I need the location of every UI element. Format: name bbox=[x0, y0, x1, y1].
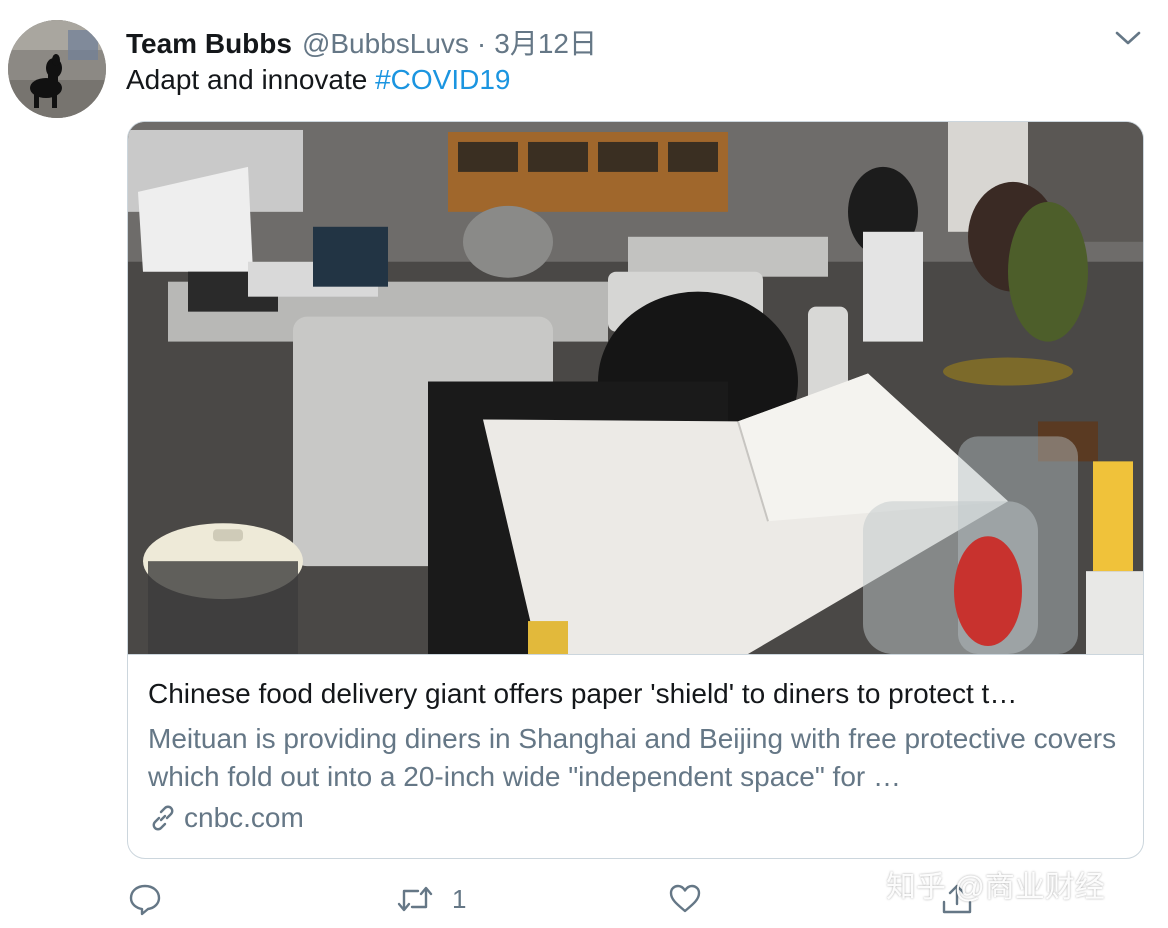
watermark-text: 知乎 @商业财经 bbox=[886, 871, 1105, 904]
tweet-menu-button[interactable] bbox=[1112, 24, 1144, 52]
tweet-text: Adapt and innovate #COVID19 bbox=[126, 64, 511, 96]
card-title: Chinese food delivery giant offers paper… bbox=[148, 678, 1018, 709]
link-icon bbox=[152, 805, 174, 831]
retweet-count: 1 bbox=[452, 883, 467, 914]
like-button[interactable] bbox=[668, 880, 702, 918]
card-image[interactable] bbox=[128, 122, 1143, 655]
chevron-down-icon bbox=[1115, 31, 1141, 45]
tweet-text-body: Adapt and innovate bbox=[126, 64, 376, 95]
tweet-header: Team Bubbs @BubbsLuvs · 3月12日 bbox=[126, 22, 597, 60]
reply-icon bbox=[129, 884, 161, 916]
card-domain-text: cnbc.com bbox=[184, 802, 304, 833]
card-domain: cnbc.com bbox=[148, 802, 304, 834]
reply-button[interactable] bbox=[128, 880, 162, 918]
timestamp[interactable]: 3月12日 bbox=[494, 22, 597, 62]
avatar[interactable] bbox=[8, 20, 106, 118]
like-icon bbox=[669, 884, 701, 913]
card-description: Meituan is providing diners in Shanghai … bbox=[148, 723, 1117, 792]
separator-dot: · bbox=[476, 28, 487, 59]
retweet-icon bbox=[397, 886, 433, 912]
user-handle[interactable]: @BubbsLuvs bbox=[302, 28, 469, 60]
dog-avatar-icon bbox=[8, 20, 106, 118]
display-name[interactable]: Team Bubbs bbox=[126, 28, 292, 60]
hashtag-link[interactable]: #COVID19 bbox=[375, 64, 510, 95]
retweet-button[interactable]: 1 bbox=[396, 880, 466, 918]
link-card[interactable]: Chinese food delivery giant offers paper… bbox=[127, 121, 1144, 859]
